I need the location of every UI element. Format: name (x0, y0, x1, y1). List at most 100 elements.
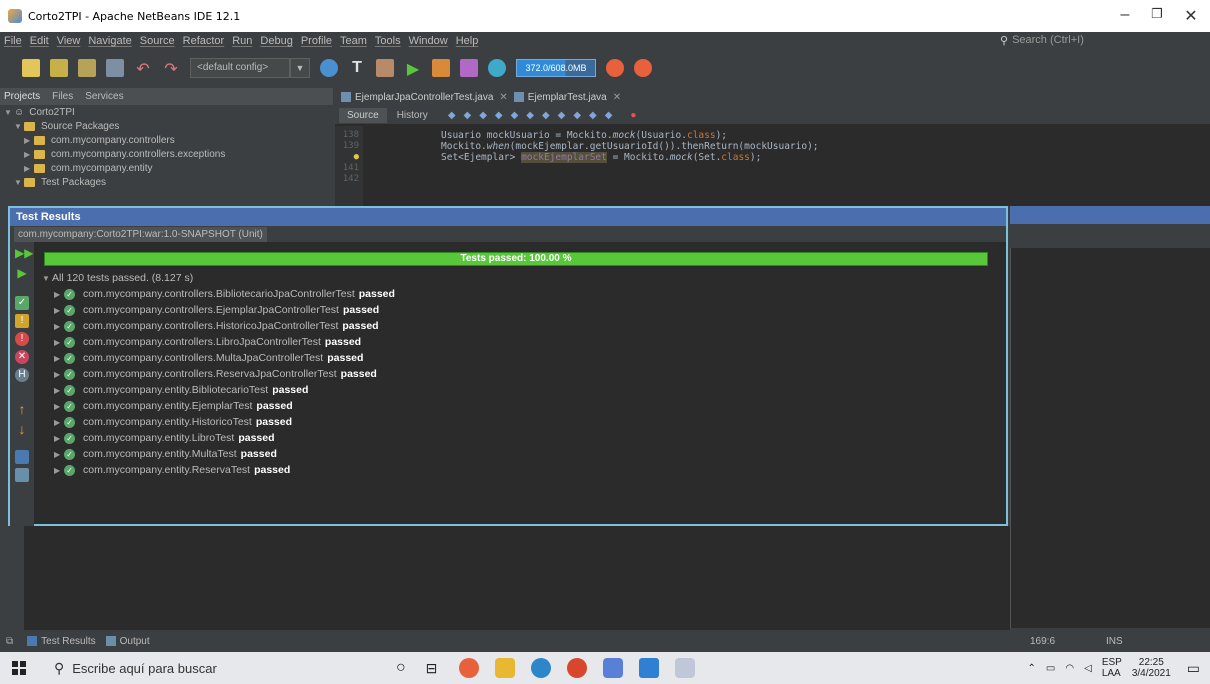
expand-icon[interactable]: ▼ (14, 122, 24, 131)
collapse-icon[interactable]: ▶ (54, 306, 64, 315)
cortana-icon[interactable]: ○ (396, 659, 406, 677)
hint-bulb-icon[interactable]: ● (335, 152, 359, 163)
test-row[interactable]: ▶ ✓ com.mycompany.entity.EjemplarTest passe… (42, 398, 395, 414)
collapse-icon[interactable]: ▶ (54, 338, 64, 347)
clean-build-icon[interactable] (376, 59, 394, 77)
test-row[interactable]: ▶ ✓ com.mycompany.controllers.LibroJpaCont… (42, 334, 395, 350)
test-row[interactable]: ▶ ✓ com.mycompany.entity.MultaTest passed (42, 446, 395, 462)
close-tab-icon[interactable]: ✕ (499, 92, 507, 103)
collapse-icon[interactable]: ▶ (54, 290, 64, 299)
menu-file[interactable]: File (4, 35, 22, 47)
history-button[interactable]: History (391, 108, 434, 123)
test-row[interactable]: ▶ ✓ com.mycompany.entity.BibliotecarioTest… (42, 382, 395, 398)
test-row[interactable]: ▶ ✓ com.mycompany.entity.HistoricoTest pass… (42, 414, 395, 430)
tree-item[interactable]: ▶ com.mycompany.entity (0, 161, 333, 175)
close-tab-icon[interactable]: ✕ (613, 92, 621, 103)
profiler-snapshot-icon[interactable] (634, 59, 652, 77)
tab-projects[interactable]: Projects (4, 91, 40, 102)
test-row[interactable]: ▶ ✓ com.mycompany.controllers.HistoricoJpa… (42, 318, 395, 334)
edge-icon[interactable] (531, 658, 552, 678)
gc-icon[interactable] (606, 59, 624, 77)
test-row[interactable]: ▶ ✓ com.mycompany.controllers.Bibliotecari… (42, 286, 395, 302)
breakpoint-icon[interactable]: ● (630, 110, 636, 121)
tree-item[interactable]: ▼ Source Packages (0, 119, 333, 133)
menu-navigate[interactable]: Navigate (88, 35, 131, 47)
chrome-icon[interactable] (459, 658, 480, 678)
collapse-icon[interactable]: ▶ (54, 434, 64, 443)
collapse-icon[interactable]: ▶ (54, 354, 64, 363)
test-run-tab[interactable]: com.mycompany:Corto2TPI:war:1.0-SNAPSHOT… (14, 226, 267, 242)
minimize-button[interactable]: – (1110, 6, 1140, 26)
apply-code-icon[interactable] (488, 59, 506, 77)
test-row[interactable]: ▶ ✓ com.mycompany.entity.LibroTest passed (42, 430, 395, 446)
task-view-icon[interactable]: ⊟ (426, 660, 438, 677)
test-summary[interactable]: ▼ All 120 tests passed. (8.127 s) (42, 270, 395, 286)
tree-root[interactable]: ▼ ☺ Corto2TPI (0, 105, 333, 119)
test-row[interactable]: ▶ ✓ com.mycompany.controllers.ReservaJpaCo… (42, 366, 395, 382)
collapse-icon[interactable]: ▶ (54, 386, 64, 395)
menu-debug[interactable]: Debug (260, 35, 292, 47)
test-row[interactable]: ▶ ✓ com.mycompany.controllers.MultaJpaCont… (42, 350, 395, 366)
show-failed-icon[interactable]: ! (15, 332, 29, 346)
language-indicator[interactable]: ESP LAA (1102, 657, 1122, 679)
menu-profile[interactable]: Profile (301, 35, 332, 47)
test-row[interactable]: ▶ ✓ com.mycompany.entity.ReservaTest passed (42, 462, 395, 478)
new-file-icon[interactable] (22, 59, 40, 77)
netbeans-taskbar-icon[interactable] (639, 658, 660, 678)
chrome-canary-icon[interactable] (567, 658, 588, 678)
menu-refactor[interactable]: Refactor (183, 35, 225, 47)
collapse-icon[interactable]: ▶ (54, 322, 64, 331)
clock[interactable]: 22:25 3/4/2021 (1132, 657, 1171, 679)
redo-icon[interactable]: ↷ (162, 59, 180, 78)
config-dropdown-icon[interactable]: ▼ (290, 58, 310, 78)
build-hammer-icon[interactable]: T (348, 59, 366, 77)
mail-icon[interactable] (603, 658, 624, 678)
tree-item[interactable]: ▶ com.mycompany.controllers (0, 133, 333, 147)
globe-icon[interactable] (320, 59, 338, 77)
export-icon[interactable] (15, 468, 29, 482)
expand-icon[interactable]: ▼ (4, 108, 14, 117)
volume-icon[interactable]: ◁ (1084, 663, 1092, 674)
show-errors-icon[interactable]: ✕ (15, 350, 29, 364)
menu-view[interactable]: View (57, 35, 81, 47)
menu-tools[interactable]: Tools (375, 35, 401, 47)
tab-services[interactable]: Services (85, 91, 123, 102)
maximize-button[interactable]: ❐ (1142, 6, 1172, 26)
code-area[interactable]: 138 139 ● 141 142 Usuario mockUsuario = … (335, 126, 1210, 206)
save-all-icon[interactable] (106, 59, 124, 77)
tree-item[interactable]: ▶ com.mycompany.controllers.exceptions (0, 147, 333, 161)
memory-indicator[interactable]: 372.0/608.0MB (516, 59, 596, 77)
collapse-icon[interactable]: ▶ (54, 402, 64, 411)
expand-icon[interactable]: ▼ (14, 178, 24, 187)
close-button[interactable]: ✕ (1176, 6, 1206, 26)
collapse-icon[interactable]: ▶ (54, 450, 64, 459)
profile-icon[interactable] (460, 59, 478, 77)
taskbar-search[interactable]: ⚲ Escribe aquí para buscar (40, 652, 340, 684)
search-input[interactable]: ⚲ Search (Ctrl+I) (1000, 33, 1110, 47)
status-tab-output[interactable]: Output (120, 636, 150, 647)
source-button[interactable]: Source (339, 107, 387, 123)
rerun-icon[interactable]: ▶▶ (15, 246, 33, 260)
file-explorer-icon[interactable] (495, 658, 516, 678)
chevron-up-icon[interactable]: ⌃ (1028, 663, 1036, 674)
previous-icon[interactable]: ↑ (15, 402, 29, 416)
show-passed-icon[interactable]: ✓ (15, 296, 29, 310)
rerun-failed-icon[interactable]: ▶ (15, 266, 29, 280)
windows-start-icon[interactable] (12, 661, 26, 675)
open-project-icon[interactable] (78, 59, 96, 77)
wifi-icon[interactable]: ◠ (1065, 663, 1074, 674)
menu-team[interactable]: Team (340, 35, 367, 47)
menu-source[interactable]: Source (140, 35, 175, 47)
collapse-icon[interactable]: ▶ (54, 418, 64, 427)
collapse-icon[interactable]: ▶ (24, 150, 34, 159)
menu-window[interactable]: Window (409, 35, 448, 47)
show-warning-icon[interactable]: ! (15, 314, 29, 328)
paint-icon[interactable] (675, 658, 696, 678)
editor-tools-icons[interactable]: ◆◆◆◆◆◆◆◆◆◆◆ (448, 110, 621, 121)
show-aborted-icon[interactable]: H (15, 368, 29, 382)
test-results-view-icon[interactable] (15, 450, 29, 464)
menu-edit[interactable]: Edit (30, 35, 49, 47)
menu-run[interactable]: Run (232, 35, 252, 47)
tab-files[interactable]: Files (52, 91, 73, 102)
next-icon[interactable]: ↓ (15, 422, 29, 436)
